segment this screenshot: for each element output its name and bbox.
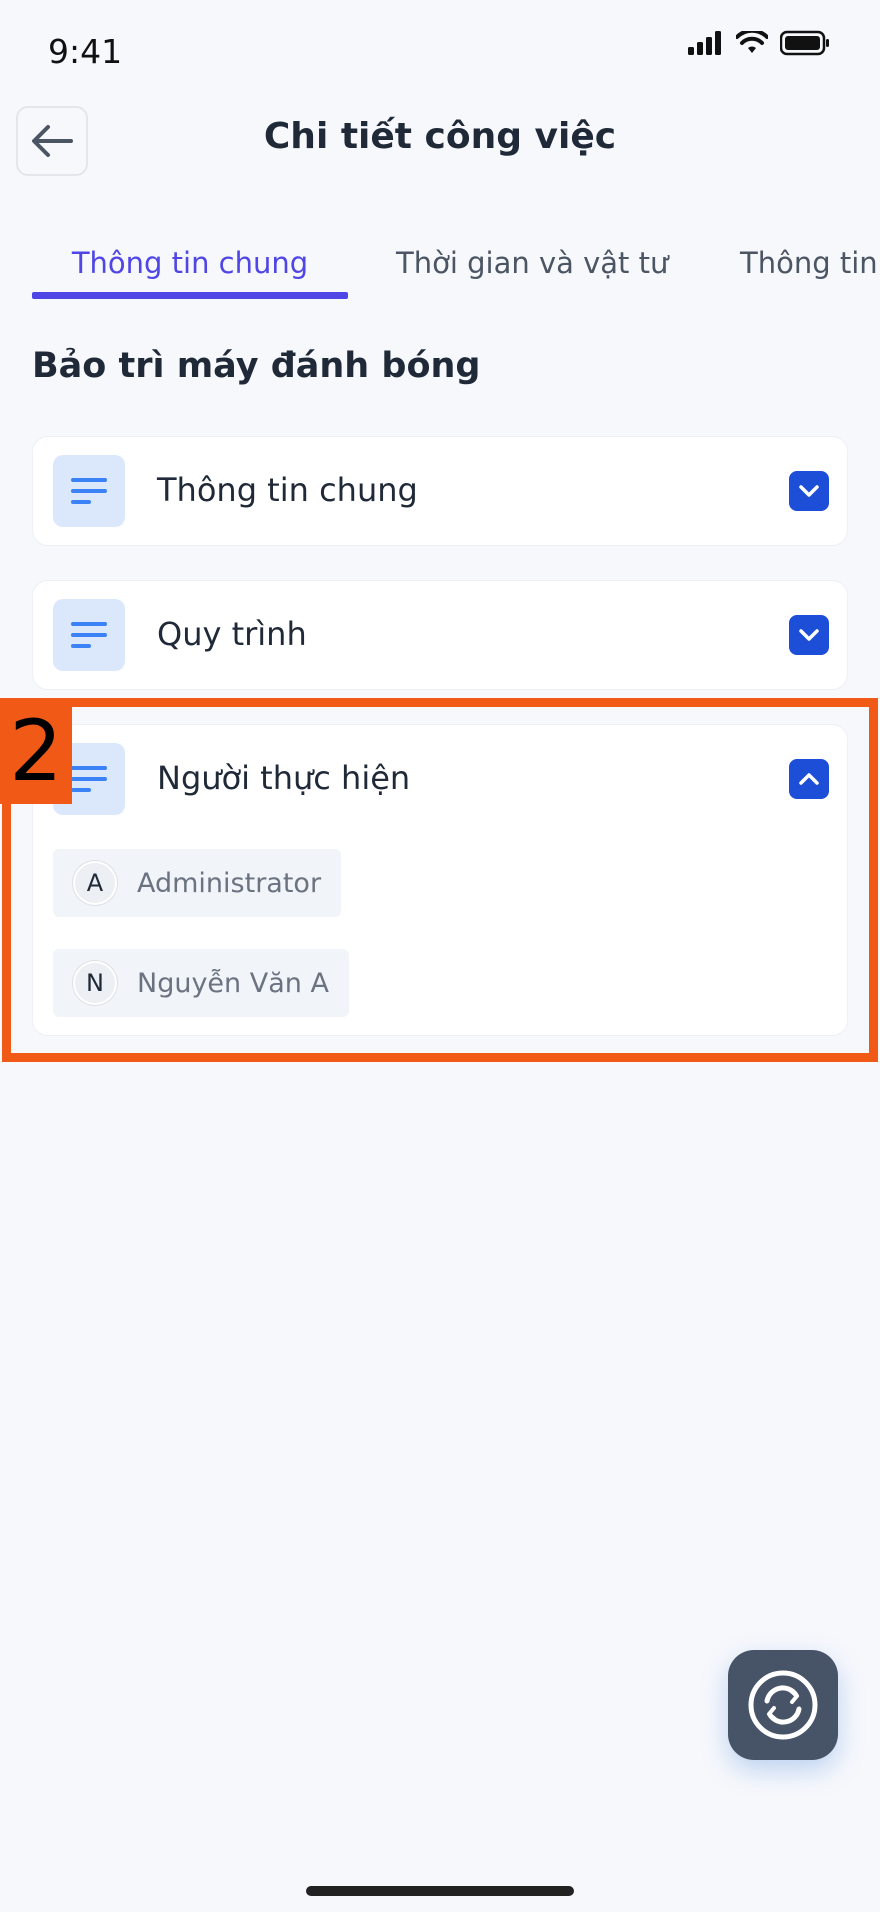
chevron-down-icon[interactable]: [789, 615, 829, 655]
card-header[interactable]: Thông tin chung: [33, 437, 847, 545]
home-indicator: [306, 1886, 574, 1896]
status-time: 9:41: [48, 32, 123, 71]
card-procedure: Quy trình: [32, 580, 848, 690]
highlight-label: 2: [0, 698, 72, 804]
status-icons: [688, 30, 830, 56]
tab-general-info[interactable]: Thông tin chung: [32, 246, 348, 280]
card-general-info: Thông tin chung: [32, 436, 848, 546]
screen: 9:41 Chi tiết công việc Thông tin chung …: [0, 0, 880, 1912]
card-label: Thông tin chung: [157, 471, 418, 509]
wifi-icon: [736, 31, 768, 53]
sync-icon: [748, 1670, 818, 1740]
tab-time-materials[interactable]: Thời gian và vật tư: [396, 246, 668, 280]
sync-button[interactable]: [728, 1650, 838, 1760]
card-header[interactable]: Quy trình: [33, 581, 847, 689]
tab-bar: Thông tin chung Thời gian và vật tư Thôn…: [0, 236, 880, 300]
tab-more-info[interactable]: Thông tin x: [740, 246, 880, 280]
list-lines-icon: [53, 455, 125, 527]
status-bar: 9:41: [0, 0, 880, 100]
highlight-box: [2, 698, 878, 1062]
chevron-down-icon[interactable]: [789, 471, 829, 511]
list-lines-icon: [53, 599, 125, 671]
cellular-signal-icon: [688, 31, 721, 55]
page-title: Chi tiết công việc: [263, 116, 617, 157]
card-label: Quy trình: [157, 615, 307, 653]
task-title: Bảo trì máy đánh bóng: [32, 346, 481, 386]
active-tab-indicator: [32, 292, 348, 299]
battery-icon: [780, 30, 829, 56]
